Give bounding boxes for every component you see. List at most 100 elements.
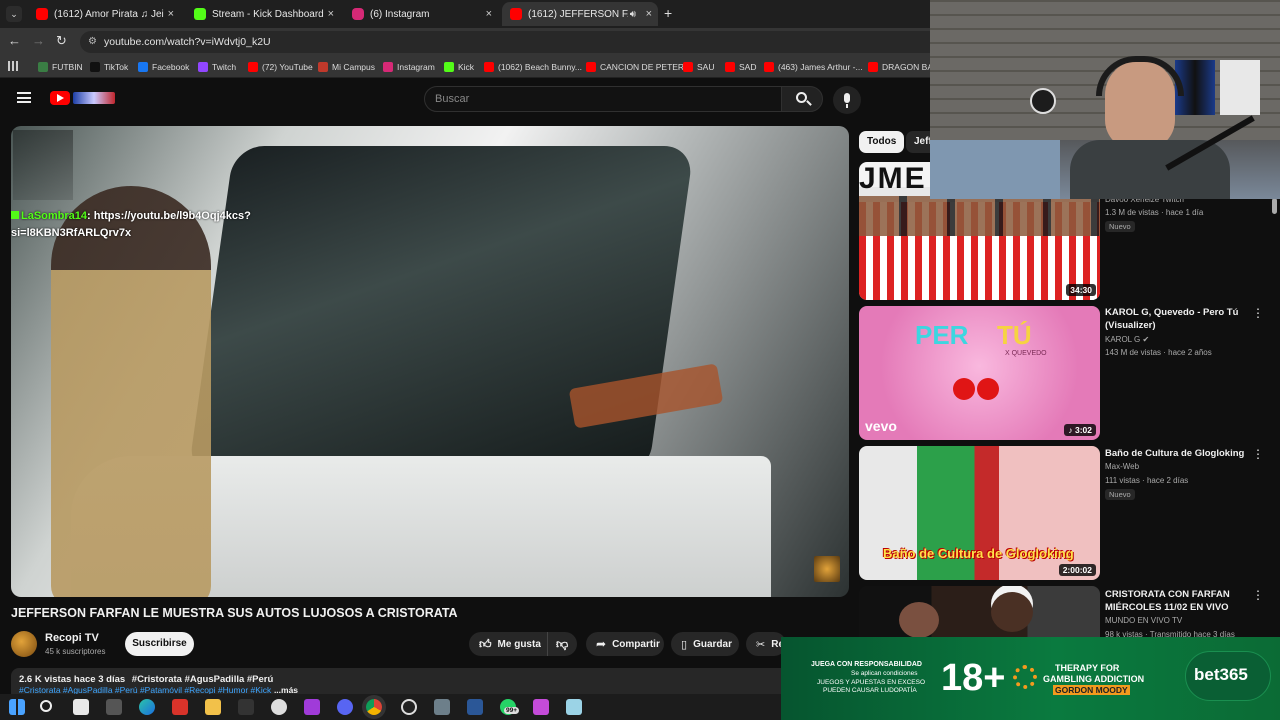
gordon-moody-logo <box>1013 665 1037 689</box>
forward-icon[interactable]: → <box>32 33 45 48</box>
search-icon[interactable] <box>40 700 52 712</box>
site-info-icon[interactable]: ⚙ <box>88 31 97 53</box>
person-face <box>991 592 1033 632</box>
close-tab-icon[interactable]: × <box>646 8 652 20</box>
like-button[interactable]: 👍︎ Me gusta <box>469 632 547 656</box>
media-icon[interactable] <box>172 699 188 715</box>
bookmark-item[interactable]: Twitch <box>198 60 236 74</box>
related-title[interactable]: CRISTORATA CON FARFAN MIÉRCOLES 11/02 EN… <box>1105 588 1245 614</box>
calculator-icon[interactable] <box>434 699 450 715</box>
windows-start-icon[interactable] <box>9 699 25 715</box>
share-button[interactable]: ➦ Compartir <box>586 632 664 656</box>
tab-label: (1612) Amor Pirata ♫ Jeinson <box>54 8 164 20</box>
new-badge: Nuevo <box>1105 489 1135 500</box>
tab-jefferson-farfan[interactable]: (1612) JEFFERSON FARFAN 🔊︎ × <box>502 2 658 26</box>
bookmark-item[interactable]: CANCION DE PETER <box>586 60 684 74</box>
related-meta: 111 vistas · hace 2 días <box>1105 476 1189 485</box>
tab-list-button[interactable]: ⌄ <box>6 6 22 22</box>
whatsapp-icon[interactable]: 99+ <box>500 699 520 715</box>
bookmark-favicon-icon <box>683 62 693 72</box>
app-icon[interactable] <box>533 699 549 715</box>
related-thumbnail-3[interactable]: Baño de Cultura de Glogloking 2:00:02 <box>859 446 1100 580</box>
bookmark-item[interactable]: SAU <box>683 60 714 74</box>
more-options-icon[interactable]: ⋮ <box>1252 306 1264 320</box>
calendar-icon[interactable] <box>73 699 89 715</box>
ad-disclaimer-1: JUEGA CON RESPONSABILIDAD <box>811 661 922 668</box>
discord-icon[interactable] <box>337 699 353 715</box>
close-tab-icon[interactable]: × <box>168 8 174 20</box>
related-channel[interactable]: Max-Web <box>1105 462 1139 471</box>
subscribe-button[interactable]: Suscribirse <box>125 632 194 656</box>
voice-search-button[interactable] <box>833 86 861 114</box>
bet365-logo: bet365 <box>1185 651 1271 701</box>
app-icon[interactable] <box>271 699 287 715</box>
folder-icon[interactable] <box>205 699 221 715</box>
sidebar-scrollbar[interactable] <box>1272 198 1277 214</box>
ad-disclaimer-2: Se aplican condiciones <box>851 670 918 677</box>
bookmark-item[interactable]: Kick <box>444 60 474 74</box>
channel-watermark[interactable] <box>814 556 840 582</box>
speaker-icon[interactable]: 🔊︎ <box>630 9 636 20</box>
search-button[interactable] <box>781 86 823 112</box>
channel-avatar[interactable] <box>11 631 37 657</box>
chat-message: : https://youtu.be/l9b4Oqj4kcs? <box>87 210 251 222</box>
chrome-icon[interactable] <box>366 699 382 715</box>
faces-strip <box>859 196 1100 236</box>
more-options-icon[interactable]: ⋮ <box>1252 447 1264 461</box>
menu-icon[interactable] <box>17 92 31 103</box>
related-thumbnail-2[interactable]: PER TÚ X QUEVEDO vevo ♪ 3:02 <box>859 306 1100 440</box>
save-button[interactable]: ▯ Guardar <box>671 632 739 656</box>
bookmark-item[interactable]: Mi Campus <box>318 60 375 74</box>
word-icon[interactable] <box>467 699 483 715</box>
more-options-icon[interactable]: ⋮ <box>1252 588 1264 602</box>
apps-icon[interactable] <box>8 61 18 71</box>
related-channel[interactable]: MUNDO EN VIVO TV <box>1105 616 1182 625</box>
edge-icon[interactable] <box>139 699 155 715</box>
tab-kick-dashboard[interactable]: Stream - Kick Dashboard × <box>186 2 340 26</box>
youtube-logo[interactable] <box>50 91 70 105</box>
clip-button[interactable]: ✂ Re <box>746 632 786 656</box>
dislike-button[interactable]: 👎︎ <box>547 632 577 656</box>
related-thumbnail-4[interactable] <box>859 586 1100 638</box>
close-tab-icon[interactable]: × <box>486 8 492 20</box>
related-title[interactable]: Baño de Cultura de Glogloking <box>1105 447 1245 460</box>
bookmark-item[interactable]: FUTBIN <box>38 60 83 74</box>
bookmark-item[interactable]: DRAGON BAL <box>868 60 938 74</box>
related-title[interactable]: KAROL G, Quevedo - Pero Tú (Visualizer) <box>1105 306 1245 332</box>
bookmark-item[interactable]: Instagram <box>383 60 435 74</box>
app-icon[interactable] <box>566 699 582 715</box>
tab-instagram[interactable]: (6) Instagram × <box>344 2 498 26</box>
search-input[interactable]: Buscar <box>424 86 782 112</box>
channel-name[interactable]: Recopi TV <box>45 632 99 644</box>
related-channel[interactable]: KAROL G ✔ <box>1105 335 1149 344</box>
back-icon[interactable]: ← <box>8 33 21 48</box>
bookmark-item[interactable]: (1062) Beach Bunny... <box>484 60 582 74</box>
bookmark-item[interactable]: TikTok <box>90 60 128 74</box>
bet365-ad-banner[interactable]: JUEGA CON RESPONSABILIDAD Se aplican con… <box>781 637 1280 720</box>
obs-icon[interactable] <box>401 699 417 715</box>
tab-label: Stream - Kick Dashboard <box>212 8 324 20</box>
share-icon: ➦ <box>596 637 607 651</box>
bookmark-item[interactable]: (72) YouTube <box>248 60 313 74</box>
bookmark-item[interactable]: SAD <box>725 60 756 74</box>
tab-amor-pirata[interactable]: (1612) Amor Pirata ♫ Jeinson × <box>28 2 180 26</box>
webcam-overlay <box>930 0 1280 199</box>
bookmark-label: (463) James Arthur -... <box>778 62 863 72</box>
bookmark-favicon-icon <box>484 62 494 72</box>
close-tab-icon[interactable]: × <box>328 8 334 20</box>
bookmark-item[interactable]: (463) James Arthur -... <box>764 60 863 74</box>
youtube-doodle-icon <box>73 92 115 104</box>
video-player[interactable]: LaSombra14: https://youtu.be/l9b4Oqj4kcs… <box>11 126 849 597</box>
ad-disclaimer-3: JUEGOS Y APUESTAS EN EXCESO <box>817 679 926 686</box>
app-icon[interactable] <box>106 699 122 715</box>
chip-todos[interactable]: Todos <box>859 131 905 153</box>
age-restriction-label: 18+ <box>941 657 1006 699</box>
view-stats: 2.6 K vistas hace 3 días <box>19 674 126 685</box>
address-bar[interactable]: ⚙ youtube.com/watch?v=iWdvtj0_k2U <box>80 31 940 53</box>
reload-icon[interactable]: ↻ <box>56 33 67 49</box>
app-icon[interactable] <box>304 699 320 715</box>
bed-shape <box>930 140 1060 199</box>
new-tab-button[interactable]: + <box>664 5 672 21</box>
bookmark-item[interactable]: Facebook <box>138 60 189 74</box>
app-icon[interactable] <box>238 699 254 715</box>
